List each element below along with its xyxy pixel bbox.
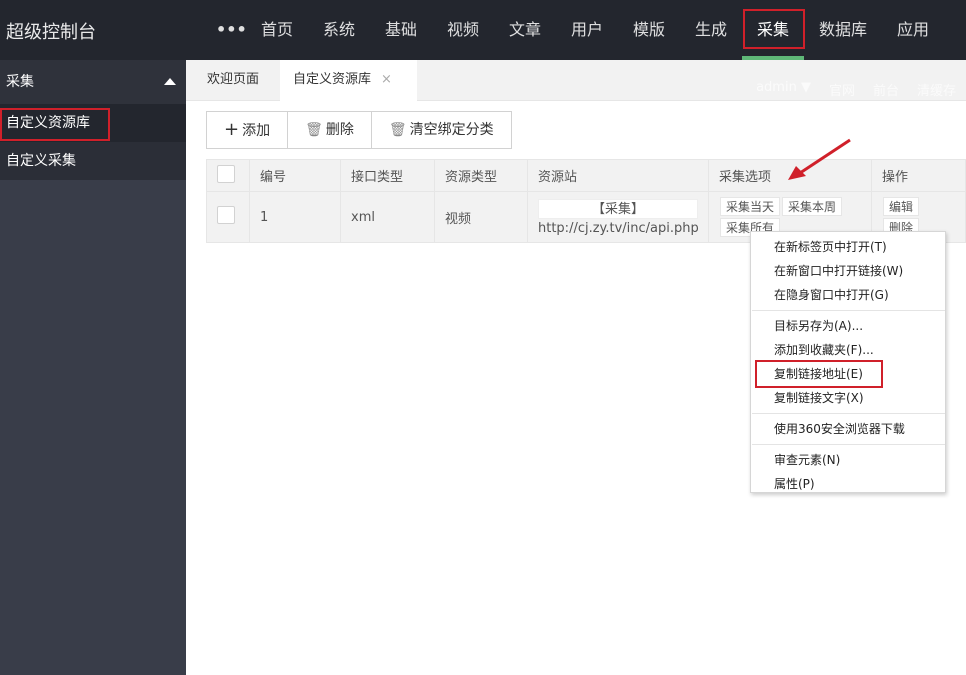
nav-article[interactable]: 文章 xyxy=(494,0,556,60)
add-label: 添加 xyxy=(242,123,271,139)
context-menu: 在新标签页中打开(T) 在新窗口中打开链接(W) 在隐身窗口中打开(G) 目标另… xyxy=(750,231,946,493)
sidebar-section-collect[interactable]: 采集 xyxy=(0,60,186,104)
tab-resource-library[interactable]: 自定义资源库 × xyxy=(280,60,417,101)
clear-bound-category-button[interactable]: 🗑 清空绑定分类 xyxy=(372,112,511,148)
tab-welcome[interactable]: 欢迎页面 xyxy=(186,60,280,101)
nav-video[interactable]: 视频 xyxy=(432,0,494,60)
sidebar: 采集 自定义资源库 自定义采集 xyxy=(0,60,186,675)
user-menu[interactable]: admin ▼ xyxy=(756,80,811,99)
cell-id: 1 xyxy=(249,191,341,243)
highlight-box xyxy=(755,360,883,388)
delete-button[interactable]: 🗑 删除 xyxy=(288,112,372,148)
menu-separator xyxy=(752,444,945,445)
menu-copy-link-address[interactable]: 复制链接地址(E) xyxy=(751,360,945,388)
col-actions: 操作 xyxy=(871,159,966,192)
menu-download-360[interactable]: 使用360安全浏览器下载 xyxy=(751,417,945,441)
col-site: 资源站 xyxy=(527,159,709,192)
nav-system[interactable]: 系统 xyxy=(308,0,370,60)
sidebar-item-custom-collect[interactable]: 自定义采集 xyxy=(0,142,186,180)
menu-copy-link-text[interactable]: 复制链接文字(X) xyxy=(751,386,945,410)
select-all-checkbox[interactable] xyxy=(217,164,235,183)
menu-separator xyxy=(752,413,945,414)
col-api-type: 接口类型 xyxy=(340,159,435,192)
close-icon[interactable]: × xyxy=(381,72,392,87)
edit-button[interactable]: 编辑 xyxy=(883,197,920,216)
menu-add-favorites[interactable]: 添加到收藏夹(F)... xyxy=(751,338,945,362)
trash-icon: 🗑 xyxy=(305,122,323,138)
link-clear-cache[interactable]: 清缓存 xyxy=(917,80,956,99)
nav-home[interactable]: 首页 xyxy=(246,0,308,60)
nav-database[interactable]: 数据库 xyxy=(804,0,882,60)
menu-open-new-window[interactable]: 在新窗口中打开链接(W) xyxy=(751,259,945,283)
row-checkbox[interactable] xyxy=(217,206,235,224)
link-official[interactable]: 官网 xyxy=(829,80,855,99)
clear-label: 清空绑定分类 xyxy=(409,122,494,138)
highlight-box xyxy=(743,9,805,49)
menu-properties[interactable]: 属性(P) xyxy=(751,472,945,496)
collect-site-button[interactable]: 【采集】 xyxy=(538,198,698,219)
link-frontend[interactable]: 前台 xyxy=(873,80,899,99)
caret-up-icon xyxy=(164,78,176,85)
plus-icon: + xyxy=(224,119,240,140)
menu-inspect-element[interactable]: 审查元素(N) xyxy=(751,448,945,472)
col-id: 编号 xyxy=(249,159,341,192)
menu-separator xyxy=(752,310,945,311)
menu-open-incognito[interactable]: 在隐身窗口中打开(G) xyxy=(751,283,945,307)
nav-template[interactable]: 模版 xyxy=(618,0,680,60)
cell-api-type: xml xyxy=(340,191,435,243)
delete-label: 删除 xyxy=(325,122,354,138)
menu-save-target-as[interactable]: 目标另存为(A)... xyxy=(751,314,945,338)
nav-more[interactable]: ••• xyxy=(216,0,247,60)
trash-icon: 🗑 xyxy=(388,122,407,138)
tab-bar: 欢迎页面 自定义资源库 × admin ▼ 官网 前台 清缓存 xyxy=(186,60,966,101)
site-url-link[interactable]: http://cj.zy.tv/inc/api.php xyxy=(538,221,699,236)
tab-label: 自定义资源库 xyxy=(293,72,372,87)
top-bar: 超级控制台 ••• 首页 系统 基础 视频 文章 用户 模版 生成 采集 数据库… xyxy=(0,0,966,60)
collect-today-button[interactable]: 采集当天 xyxy=(720,197,781,216)
highlight-box xyxy=(0,108,110,141)
app-title: 超级控制台 xyxy=(6,22,96,43)
sidebar-section-label: 采集 xyxy=(6,74,34,90)
cell-resource-type: 视频 xyxy=(434,191,528,243)
collect-week-button[interactable]: 采集本周 xyxy=(782,197,843,216)
nav-basic[interactable]: 基础 xyxy=(370,0,432,60)
main-nav: ••• 首页 系统 基础 视频 文章 用户 模版 生成 采集 数据库 应用 xyxy=(216,0,944,60)
col-resource-type: 资源类型 xyxy=(434,159,528,192)
toolbar: + 添加 🗑 删除 🗑 清空绑定分类 xyxy=(206,111,512,149)
nav-apps[interactable]: 应用 xyxy=(882,0,944,60)
sidebar-item-resource-library[interactable]: 自定义资源库 xyxy=(0,104,186,142)
add-button[interactable]: + 添加 xyxy=(207,112,289,148)
nav-user[interactable]: 用户 xyxy=(556,0,618,60)
header-links: admin ▼ 官网 前台 清缓存 xyxy=(756,80,956,99)
nav-generate[interactable]: 生成 xyxy=(680,0,742,60)
menu-open-new-tab[interactable]: 在新标签页中打开(T) xyxy=(751,235,945,259)
nav-collect[interactable]: 采集 xyxy=(742,0,805,60)
col-options: 采集选项 xyxy=(708,159,872,192)
